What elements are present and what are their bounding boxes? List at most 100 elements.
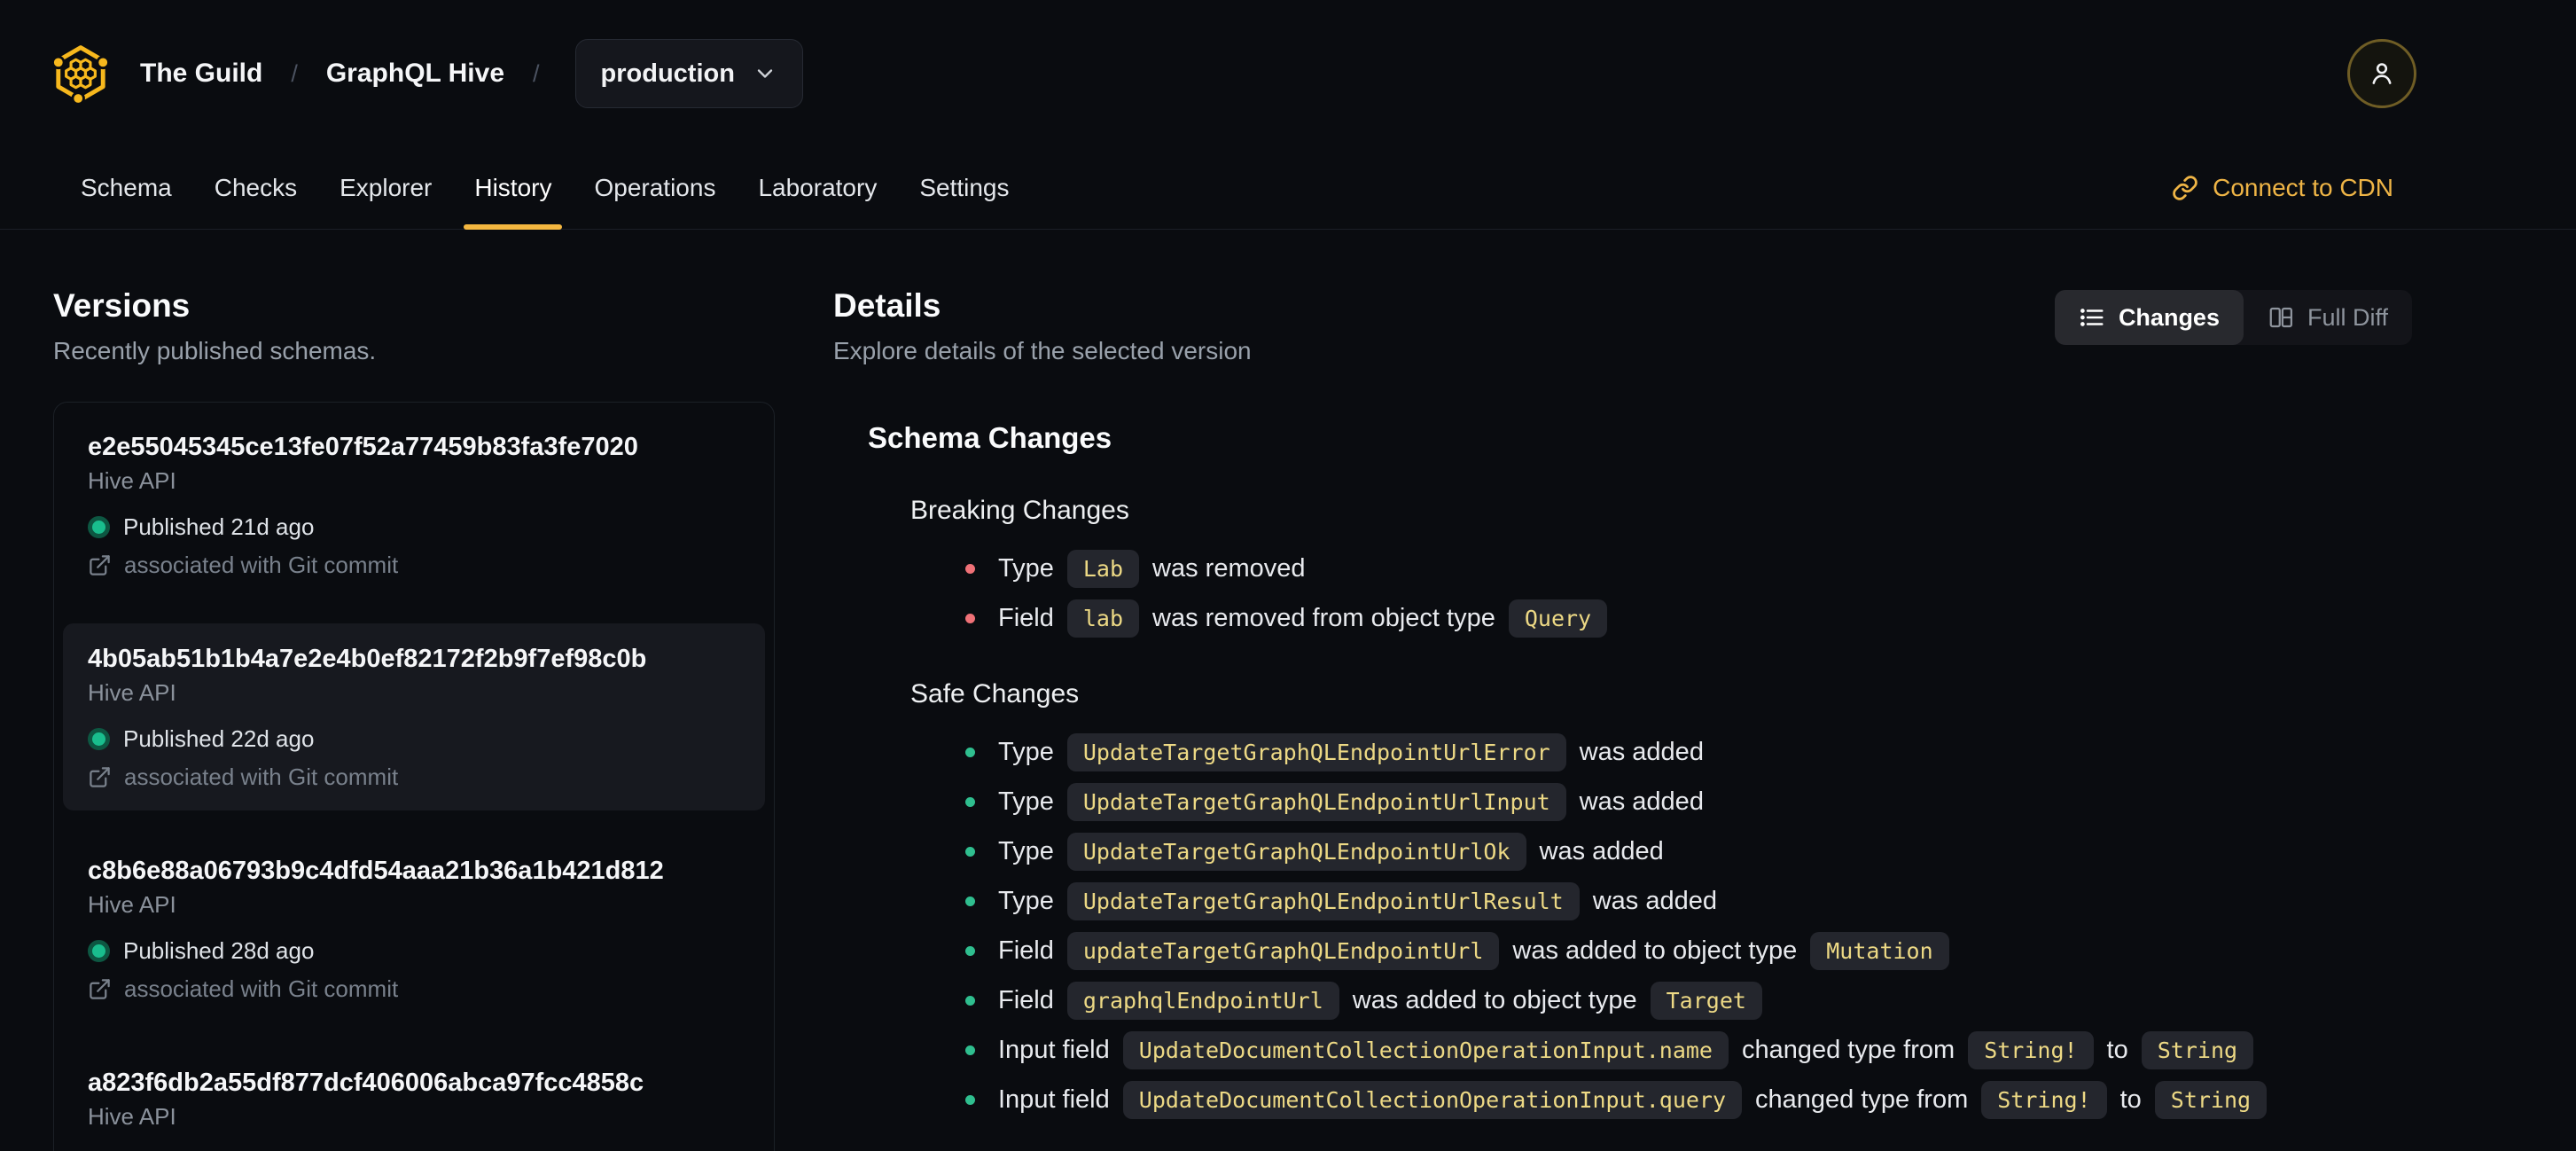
status-dot xyxy=(88,728,110,750)
git-commit-label: associated with Git commit xyxy=(124,975,399,1002)
breadcrumb-project[interactable]: GraphQL Hive xyxy=(326,59,504,89)
version-published: Published 22d ago xyxy=(88,725,740,753)
changes-view-button[interactable]: Changes xyxy=(2054,290,2244,345)
main-content: Versions Recently published schemas. e2e… xyxy=(0,230,2576,1151)
schema-changes-title: Schema Changes xyxy=(868,421,1112,454)
bullet-dot xyxy=(965,564,975,574)
change-text: Type xyxy=(998,837,1054,865)
changes-view-label: Changes xyxy=(2118,303,2220,331)
columns-icon xyxy=(2268,304,2294,331)
change-content: Type UpdateTargetGraphQLEndpointUrlOk was … xyxy=(998,833,1664,871)
status-dot xyxy=(88,940,110,962)
change-text: was added to object type xyxy=(1352,986,1637,1014)
status-dot xyxy=(88,516,110,538)
git-commit-link[interactable]: associated with Git commit xyxy=(88,975,740,1003)
view-toggle: Changes Full Diff xyxy=(2054,290,2412,345)
tab-operations[interactable]: Operations xyxy=(592,147,717,229)
bullet-dot xyxy=(965,946,975,956)
link-icon xyxy=(2172,175,2198,201)
change-text: Input field xyxy=(998,1085,1110,1114)
change-text: was added xyxy=(1579,738,1704,766)
version-card[interactable]: a823f6db2a55df877dcf406006abca97fcc4858c… xyxy=(63,1047,765,1151)
change-text: Field xyxy=(998,986,1054,1014)
version-hash: 4b05ab51b1b4a7e2e4b0ef82172f2b9f7ef98c0b xyxy=(88,645,647,673)
target-selector[interactable]: production xyxy=(574,39,803,108)
hive-logo-icon[interactable] xyxy=(50,43,112,105)
bullet-dot xyxy=(965,1095,975,1105)
version-card[interactable]: c8b6e88a06793b9c4dfd54aaa21b36a1b421d812… xyxy=(63,835,765,1022)
breaking-changes-title: Breaking Changes xyxy=(910,496,1129,525)
bullet-dot xyxy=(965,614,975,623)
change-content: Input field UpdateDocumentCollectionOpera… xyxy=(998,1031,2254,1069)
versions-panel: Versions Recently published schemas. e2e… xyxy=(53,286,775,1151)
safe-changes-title: Safe Changes xyxy=(910,679,1080,709)
details-heading-block: Details Explore details of the selected … xyxy=(833,286,1252,366)
code-chip: String xyxy=(2141,1031,2254,1069)
details-header: Details Explore details of the selected … xyxy=(833,286,2412,366)
code-chip: String! xyxy=(1968,1031,2094,1069)
list-icon xyxy=(2079,304,2105,331)
change-content: Input field UpdateDocumentCollectionOpera… xyxy=(998,1081,2268,1119)
change-item: Input field UpdateDocumentCollectionOpera… xyxy=(965,1030,2412,1070)
external-link-icon xyxy=(88,977,112,1001)
change-item: Field graphqlEndpointUrl was added to obje… xyxy=(965,981,2412,1021)
bullet-dot xyxy=(965,1045,975,1055)
change-text: was added xyxy=(1579,787,1704,816)
user-menu-button[interactable] xyxy=(2347,39,2416,108)
code-chip: UpdateDocumentCollectionOperationInput.q… xyxy=(1122,1081,1743,1119)
safe-changes-group: Safe Changes Type UpdateTargetGraphQLEndp… xyxy=(910,679,2412,1120)
bullet-dot xyxy=(965,797,975,807)
tab-checks[interactable]: Checks xyxy=(213,147,299,229)
version-card[interactable]: e2e55045345ce13fe07f52a77459b83fa3fe7020… xyxy=(63,411,765,599)
change-content: Field graphqlEndpointUrl was added to obje… xyxy=(998,982,1762,1020)
schema-changes-section: Schema Changes Breaking Changes Type Lab w… xyxy=(868,421,2412,1120)
version-card-selected[interactable]: 4b05ab51b1b4a7e2e4b0ef82172f2b9f7ef98c0b… xyxy=(63,623,765,810)
user-icon xyxy=(2367,59,2397,89)
code-chip: Query xyxy=(1508,599,1608,638)
change-content: Field updateTargetGraphQLEndpointUrl was a… xyxy=(998,932,1949,970)
version-service: Hive API xyxy=(88,1103,176,1130)
tab-laboratory[interactable]: Laboratory xyxy=(756,147,878,229)
tabs: Schema Checks Explorer History Operation… xyxy=(79,147,1011,230)
change-text: was added xyxy=(1592,887,1718,915)
breaking-changes-list: Type Lab was removed Field lab was removed f… xyxy=(910,549,2412,638)
versions-subtitle: Recently published schemas. xyxy=(53,337,377,364)
tab-explorer[interactable]: Explorer xyxy=(338,147,433,229)
git-commit-link[interactable]: associated with Git commit xyxy=(88,763,740,791)
tab-history[interactable]: History xyxy=(464,147,563,230)
code-chip: String! xyxy=(1981,1081,2107,1119)
tab-schema[interactable]: Schema xyxy=(79,147,174,229)
breadcrumb-separator: / xyxy=(533,59,540,87)
version-service: Hive API xyxy=(88,891,176,918)
change-content: Type UpdateTargetGraphQLEndpointUrlResult… xyxy=(998,882,1717,920)
external-link-icon xyxy=(88,553,112,577)
git-commit-link[interactable]: associated with Git commit xyxy=(88,552,740,579)
change-text: Type xyxy=(998,738,1054,766)
breadcrumb-separator: / xyxy=(291,59,298,87)
code-chip: graphqlEndpointUrl xyxy=(1066,982,1339,1020)
change-text: changed type from xyxy=(1741,1036,1955,1064)
change-content: Field lab was removed from object type Quer… xyxy=(998,599,1608,638)
change-text: was added to object type xyxy=(1512,936,1798,965)
connect-to-cdn-button[interactable]: Connect to CDN xyxy=(2172,174,2393,202)
safe-changes-list: Type UpdateTargetGraphQLEndpointUrlError w… xyxy=(910,732,2412,1120)
change-text: to xyxy=(2119,1085,2142,1114)
breaking-changes-group: Breaking Changes Type Lab was removed Fiel… xyxy=(910,496,2412,638)
change-item: Type UpdateTargetGraphQLEndpointUrlInput w… xyxy=(965,782,2412,822)
version-service: Hive API xyxy=(88,679,176,706)
bullet-dot xyxy=(965,897,975,906)
code-chip: String xyxy=(2154,1081,2268,1119)
tab-settings[interactable]: Settings xyxy=(917,147,1011,229)
change-text: changed type from xyxy=(1755,1085,1969,1114)
change-item: Input field UpdateDocumentCollectionOpera… xyxy=(965,1080,2412,1120)
change-text: Input field xyxy=(998,1036,1110,1064)
change-text: Field xyxy=(998,936,1054,965)
git-commit-label: associated with Git commit xyxy=(124,552,399,578)
header: The Guild / GraphQL Hive / production xyxy=(0,0,2576,147)
breadcrumb-org[interactable]: The Guild xyxy=(140,59,262,89)
published-label: Published 21d ago xyxy=(123,513,315,540)
published-label: Published 22d ago xyxy=(123,725,315,752)
full-diff-view-button[interactable]: Full Diff xyxy=(2244,290,2412,345)
tab-bar: Schema Checks Explorer History Operation… xyxy=(0,147,2576,230)
bullet-dot xyxy=(965,748,975,757)
